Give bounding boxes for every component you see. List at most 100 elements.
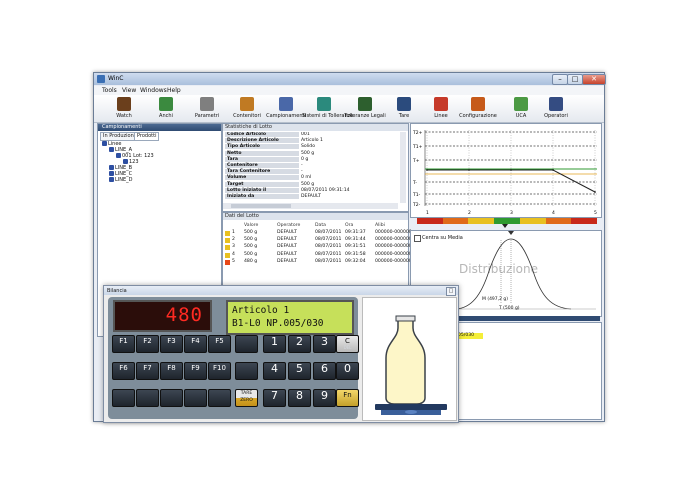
close-button[interactable]: ✕ [582, 74, 606, 85]
key-f1-button[interactable]: F1 [112, 335, 135, 353]
stat-key: Tara [225, 156, 299, 162]
grid-cell-ora: 09:31:58 [345, 251, 366, 257]
key-label: 0 [344, 362, 351, 375]
tolerance-band [545, 218, 572, 224]
toolbar-button-tolleranze-legali[interactable]: Tolleranze Legali [343, 96, 387, 121]
key-label: 7 [271, 389, 278, 402]
grid-column-header[interactable]: Alibi [375, 223, 385, 228]
key-3-button[interactable]: 3 [313, 335, 336, 353]
grid-cell-n: 4 [232, 251, 235, 257]
row-status-marker [225, 252, 230, 258]
tab-prodotti[interactable]: Prodotti [134, 132, 160, 141]
box-icon [240, 97, 254, 111]
key-1-button[interactable]: 1 [263, 335, 286, 353]
toolbar-button-parametri[interactable]: Parametri [185, 96, 229, 121]
y-tick-label: T1- [412, 192, 421, 198]
grid-cell-data: 08/07/2011 [315, 244, 342, 250]
grid-cell-data: 08/07/2011 [315, 258, 342, 264]
key-label: F8 [167, 364, 176, 372]
bilancia-close-button[interactable]: □ [446, 287, 456, 296]
stat-key: Contenitore [225, 163, 299, 168]
toolbar-label: Watch [116, 113, 132, 119]
key-8-button[interactable]: 8 [288, 389, 311, 407]
grid-column-header[interactable]: Valore [244, 223, 258, 228]
keypad: F1 F2 F3 F4 F5 1 2 3 C DEL F6 F7 F8 F9 F10 4 5 6 0 TARE ZERO… [112, 335, 359, 417]
stat-row: Tara 0 g [225, 156, 363, 162]
y-tick-label: T- [412, 180, 417, 186]
key-0-button[interactable]: 0 [336, 362, 359, 380]
users-icon [549, 97, 563, 111]
key-f3-button[interactable]: F3 [160, 335, 183, 353]
key-2-button[interactable]: 2 [288, 335, 311, 353]
trend-point [468, 169, 470, 171]
lcd-line-2: B1-L0 NP.005/030 [232, 318, 324, 329]
stat-row: Tipo Articolo Solido [225, 144, 363, 150]
maximize-button[interactable]: □ [567, 74, 583, 85]
key-f6-button[interactable]: F6 [112, 362, 135, 380]
key-blank-button[interactable] [235, 362, 258, 380]
grid-cell-n: 1 [232, 230, 235, 235]
key-f5-button[interactable]: F5 [208, 335, 231, 353]
cube-icon [358, 97, 372, 111]
stat-key: Codice Articolo [225, 132, 299, 137]
key-f8-button[interactable]: F8 [160, 362, 183, 380]
grid-column-header[interactable]: Data [315, 223, 326, 228]
stat-key: Target [225, 181, 299, 187]
key-f7-button[interactable]: F7 [136, 362, 159, 380]
toolbar-button-watch[interactable]: Watch [102, 96, 146, 121]
grid-header: Dati del Lotto [223, 213, 408, 220]
key-blank-button[interactable] [136, 389, 159, 407]
grid-column-header[interactable]: Ora [345, 223, 353, 228]
stats-vscrollbar[interactable] [400, 132, 406, 203]
toolbar-button-sistemi-di-tolleranze[interactable]: Sistemi di Tolleranze [302, 96, 353, 121]
gear-box-icon [471, 97, 485, 111]
menu-view[interactable]: View [122, 87, 136, 94]
key-tare-button[interactable]: TARE ZERO [235, 389, 258, 407]
grid-column-header[interactable]: Operatore [277, 223, 300, 228]
key-f4-button[interactable]: F4 [184, 335, 207, 353]
grid-cell-alibi: 000000-000000 [375, 230, 412, 235]
menu-help[interactable]: Help [167, 87, 181, 94]
key-blank-button[interactable] [235, 335, 258, 353]
toolbar-label: Parametri [194, 113, 220, 119]
grid-cell-op: DEFAULT [277, 237, 297, 243]
key-blank-button[interactable] [160, 389, 183, 407]
key-f9-button[interactable]: F9 [184, 362, 207, 380]
key-blank-button[interactable] [184, 389, 207, 407]
key-fn-button[interactable]: Fn [336, 389, 359, 407]
tree-item[interactable]: LINE_D [109, 177, 133, 183]
toolbar-button-contenitori[interactable]: Contenitori [225, 96, 269, 121]
stat-row: Tara Contenitore - [225, 169, 363, 175]
wrench-icon [200, 97, 214, 111]
toolbar-button-operatori[interactable]: Operatori [534, 96, 578, 121]
key-4-button[interactable]: 4 [263, 362, 286, 380]
grid-cell-ora: 09:31:51 [345, 244, 366, 250]
key-7-button[interactable]: 7 [263, 389, 286, 407]
key-c-button[interactable]: C DEL [336, 335, 359, 353]
stat-row: Target 500 g [225, 181, 363, 187]
toolbar-button-configurazione[interactable]: Configurazione [456, 96, 500, 121]
menu-tools[interactable]: Tools [102, 87, 117, 94]
key-6-button[interactable]: 6 [313, 362, 336, 380]
grid-cell-valore: 500 g [244, 251, 258, 257]
trend-point [426, 169, 428, 171]
grid-cell-data: 08/07/2011 [315, 230, 342, 235]
key-f2-button[interactable]: F2 [136, 335, 159, 353]
key-9-button[interactable]: 9 [313, 389, 336, 407]
stat-row: Descrizione Articolo Articolo 1 [225, 138, 363, 144]
node-icon [109, 147, 114, 152]
grid-cell-op: DEFAULT [277, 251, 297, 257]
stat-value: 0 ml [301, 175, 312, 181]
menu-windows[interactable]: Windows [140, 87, 167, 94]
mean-label: M (497,2 g) [482, 297, 508, 302]
key-label: 6 [321, 362, 328, 375]
x-tick-label: 5 [594, 210, 597, 216]
key-blank-button[interactable] [208, 389, 231, 407]
minimize-button[interactable]: – [552, 74, 568, 85]
key-blank-button[interactable] [112, 389, 135, 407]
toolbar-button-anchi[interactable]: Anchi [144, 96, 188, 121]
key-f10-button[interactable]: F10 [208, 362, 231, 380]
stat-key: Tipo Articolo [225, 144, 299, 150]
stats-hscrollbar[interactable] [223, 203, 398, 209]
key-5-button[interactable]: 5 [288, 362, 311, 380]
